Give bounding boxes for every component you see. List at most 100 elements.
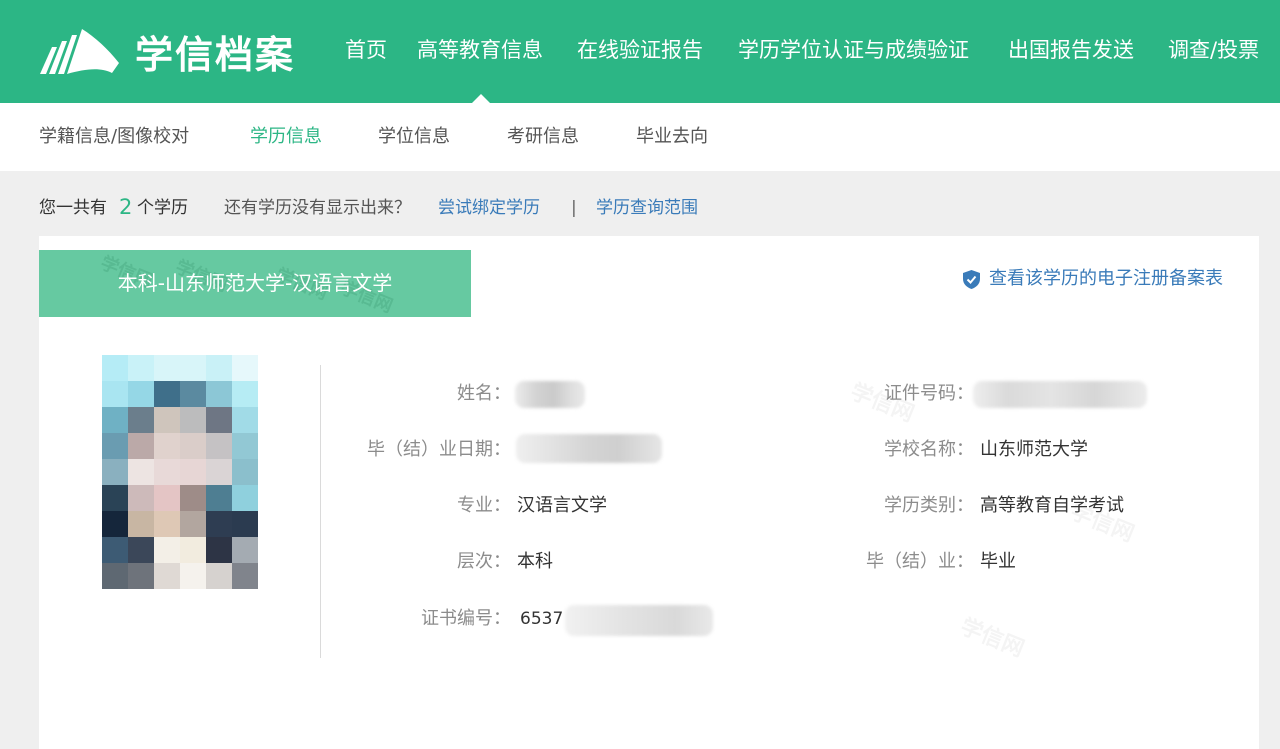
photo-pixel (102, 433, 128, 459)
missing-record-question: 还有学历没有显示出来？ (224, 198, 411, 218)
shield-check-icon (963, 270, 980, 289)
photo-pixel (128, 537, 154, 563)
photo-pixel (128, 433, 154, 459)
active-nav-indicator (472, 94, 490, 103)
photo-pixel (180, 511, 206, 537)
top-header: 学信档案 首页 高等教育信息 在线验证报告 学历学位认证与成绩验证 出国报告发送… (0, 0, 1280, 103)
education-type-value: 高等教育自学考试 (980, 495, 1124, 516)
photo-pixel (180, 407, 206, 433)
photo-pixel (154, 433, 180, 459)
certificate-number-value: 6537 (520, 609, 564, 629)
graduation-date-redacted (516, 434, 662, 463)
link-separator: | (571, 198, 577, 218)
photo-pixel (206, 563, 232, 589)
photo-pixel (206, 355, 232, 381)
school-name-label: 学校名称： (884, 439, 974, 460)
id-number-label: 证件号码： (884, 383, 974, 404)
photo-pixel (154, 511, 180, 537)
photo-pixel (128, 511, 154, 537)
certificate-number-label: 证书编号： (421, 608, 511, 629)
subnav-student-status[interactable]: 学籍信息/图像校对 (39, 103, 189, 171)
photo-pixel (180, 381, 206, 407)
photo-pixel (180, 433, 206, 459)
nav-degree-certification[interactable]: 学历学位认证与成绩验证 (738, 35, 969, 65)
photo-pixel (232, 459, 258, 485)
photo-pixel (232, 485, 258, 511)
photo-pixel (232, 511, 258, 537)
photo-pixel (206, 537, 232, 563)
registration-record-link[interactable]: 查看该学历的电子注册备案表 (963, 267, 1253, 291)
subnav-education-record[interactable]: 学历信息 (250, 103, 322, 171)
registration-link-label: 查看该学历的电子注册备案表 (989, 268, 1223, 289)
school-name-value: 山东师范大学 (980, 439, 1088, 460)
subnav-postgraduate-exam[interactable]: 考研信息 (507, 103, 579, 171)
photo-pixel (128, 563, 154, 589)
photo-pixel (154, 355, 180, 381)
photo-pixel (232, 407, 258, 433)
summary-prefix: 您一共有 (39, 198, 107, 218)
photo-pixel (128, 355, 154, 381)
education-record-card: 学信网 学信网 学信网 学信网 本科-山东师范大学-汉语言文学 查看该学历的电子… (39, 236, 1259, 749)
subnav-graduate-destination[interactable]: 毕业去向 (636, 103, 708, 171)
student-photo (102, 355, 258, 589)
photo-pixel (232, 381, 258, 407)
photo-pixel (180, 537, 206, 563)
photo-pixel (180, 459, 206, 485)
record-count: 2 (119, 195, 133, 219)
major-label: 专业： (457, 495, 511, 516)
record-tab-label: 本科-山东师范大学-汉语言文学 (117, 271, 393, 295)
education-type-label: 学历类别： (884, 495, 974, 516)
photo-pixel (102, 407, 128, 433)
photo-pixel (154, 537, 180, 563)
photo-pixel (206, 459, 232, 485)
record-tab[interactable]: 学信网 学信网 学信网 学信网 本科-山东师范大学-汉语言文学 (39, 250, 471, 317)
photo-pixel (180, 355, 206, 381)
photo-pixel (232, 355, 258, 381)
certificate-number-redacted (565, 605, 713, 636)
graduation-status-value: 毕业 (980, 551, 1016, 572)
level-label: 层次： (457, 551, 511, 572)
nav-overseas-report[interactable]: 出国报告发送 (1008, 35, 1134, 65)
logo-text: 学信档案 (135, 33, 296, 77)
photo-pixel (232, 563, 258, 589)
id-number-redacted (973, 381, 1147, 408)
photo-pixel (232, 537, 258, 563)
sub-nav: 学籍信息/图像校对 学历信息 学位信息 考研信息 毕业去向 (0, 103, 1280, 171)
major-value: 汉语言文学 (517, 495, 607, 516)
graduation-date-label: 毕（结）业日期： (367, 439, 511, 460)
name-label: 姓名： (457, 383, 511, 404)
graduation-status-label: 毕（结）业： (866, 551, 974, 572)
nav-higher-education-info[interactable]: 高等教育信息 (417, 35, 543, 65)
nav-home[interactable]: 首页 (345, 35, 387, 65)
photo-pixel (154, 381, 180, 407)
site-logo[interactable]: 学信档案 (40, 27, 300, 79)
photo-pixel (128, 485, 154, 511)
photo-pixel (102, 537, 128, 563)
bind-record-link[interactable]: 尝试绑定学历 (438, 196, 540, 220)
photo-pixel (206, 485, 232, 511)
photo-pixel (232, 433, 258, 459)
photo-pixel (102, 381, 128, 407)
nav-online-verification-report[interactable]: 在线验证报告 (577, 35, 703, 65)
photo-pixel (128, 381, 154, 407)
photo-pixel (206, 511, 232, 537)
photo-pixel (180, 485, 206, 511)
subnav-degree-info[interactable]: 学位信息 (378, 103, 450, 171)
photo-pixel (128, 407, 154, 433)
photo-pixel (206, 381, 232, 407)
book-pages-logo-icon (40, 29, 119, 74)
photo-pixel (102, 485, 128, 511)
photo-pixel (206, 407, 232, 433)
photo-pixel (102, 563, 128, 589)
photo-pixel (154, 459, 180, 485)
level-value: 本科 (517, 551, 553, 572)
photo-pixel (154, 563, 180, 589)
summary-suffix: 个学历 (137, 198, 188, 218)
name-value-redacted (515, 381, 585, 408)
watermark-text: 学信网 (956, 609, 1029, 663)
photo-pixel (154, 485, 180, 511)
photo-pixel (180, 563, 206, 589)
nav-survey-vote[interactable]: 调查/投票 (1168, 35, 1259, 65)
query-scope-link[interactable]: 学历查询范围 (596, 196, 698, 220)
photo-pixel (128, 459, 154, 485)
